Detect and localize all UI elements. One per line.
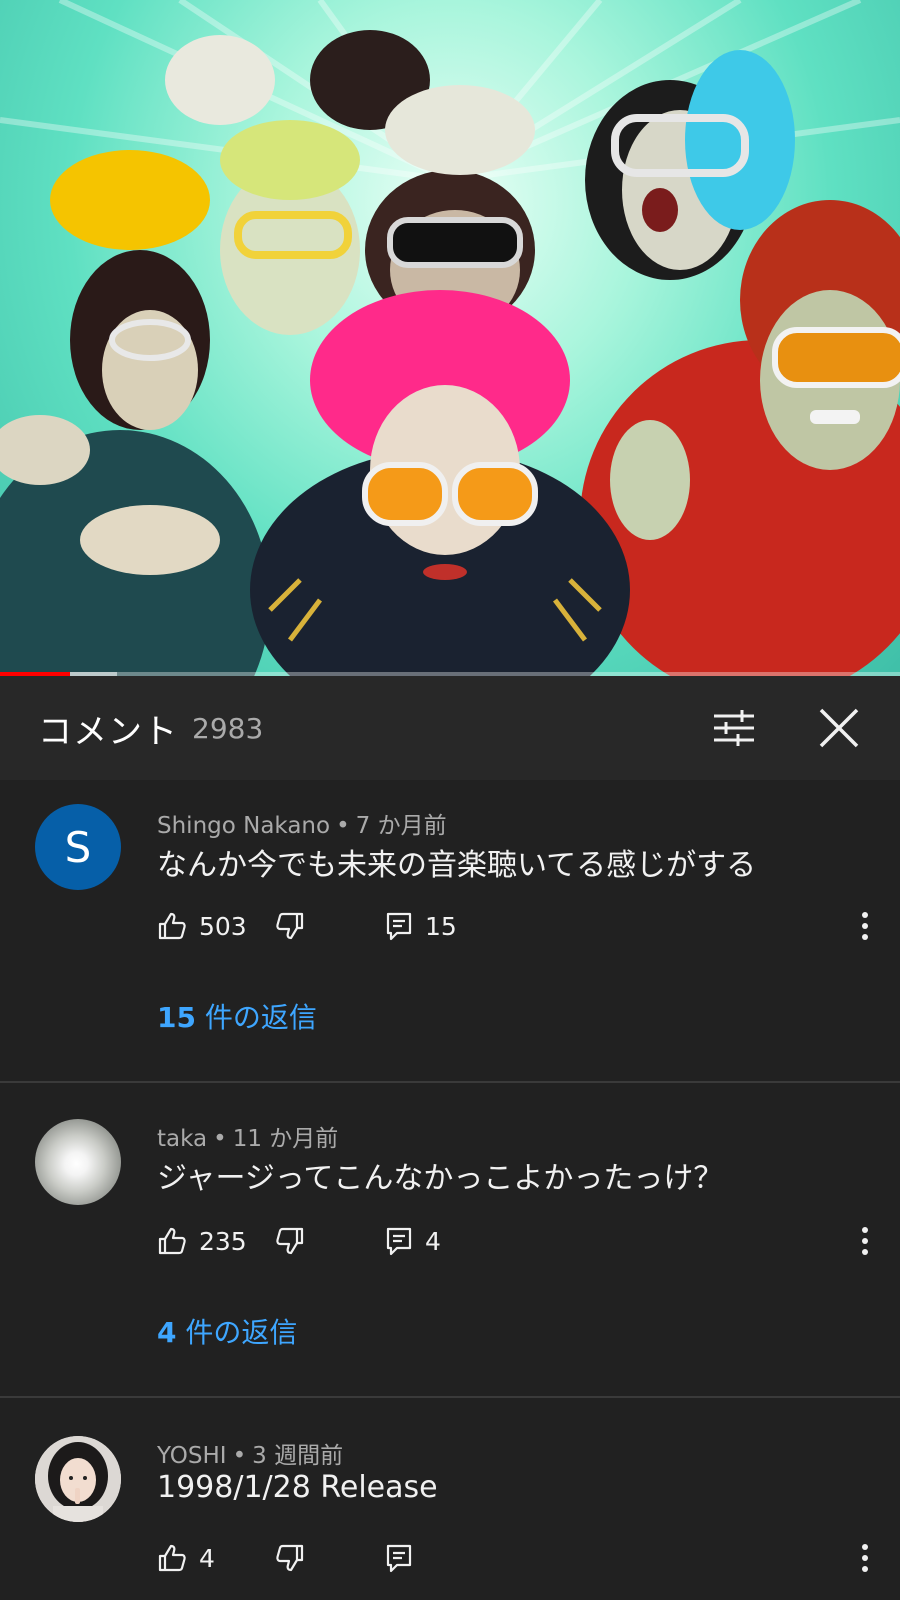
reply-count: 4 (425, 1226, 441, 1256)
avatar-letter: S (64, 822, 92, 872)
video-player[interactable] (0, 0, 900, 676)
comment-meta: YOSHI • 3 週間前 (157, 1436, 343, 1470)
video-frame (0, 0, 900, 676)
meta-separator: • (232, 1443, 247, 1469)
comments-title: コメント (38, 712, 178, 752)
comment-actions: 503 15 (157, 906, 877, 946)
like-count: 503 (199, 911, 247, 941)
close-comments-button[interactable] (813, 702, 865, 754)
replies-label: 件の返信 (176, 1316, 298, 1349)
meta-separator: • (336, 813, 350, 839)
comment-actions: 235 4 (157, 1221, 877, 1261)
comment-time: 11 か月前 (232, 1126, 339, 1152)
comment-meta: Shingo Nakano • 7 か月前 (157, 806, 447, 840)
comment-item: S Shingo Nakano • 7 か月前 なんか今でも未来の音楽聴いてる感じが… (0, 780, 900, 1080)
comment-time: 7 か月前 (355, 813, 447, 839)
more-vert-icon (862, 1227, 868, 1255)
comment-time: 3 週間前 (252, 1443, 344, 1469)
comments-count: 2983 (192, 712, 264, 745)
more-actions-button[interactable] (853, 1538, 877, 1578)
comment-author[interactable]: YOSHI (157, 1443, 227, 1469)
comment-meta: taka • 11 か月前 (157, 1119, 338, 1153)
reply-button[interactable]: 4 (385, 1221, 441, 1261)
comment-icon (386, 1227, 412, 1256)
meta-separator: • (213, 1126, 227, 1152)
comment-icon (386, 912, 412, 941)
replies-count: 4 (157, 1316, 177, 1349)
sort-comments-button[interactable] (708, 702, 760, 754)
avatar-photo (35, 1436, 121, 1522)
close-icon (819, 708, 859, 748)
dislike-button[interactable] (275, 1538, 305, 1578)
comment-text: ジャージってこんなかっこよかったっけ？ (157, 1161, 724, 1196)
thumb-down-icon (276, 1544, 304, 1572)
tune-icon (714, 710, 754, 746)
reply-button[interactable]: 15 (385, 906, 457, 946)
reply-button[interactable] (385, 1538, 425, 1578)
avatar[interactable] (35, 1119, 121, 1205)
thumb-down-icon (276, 1227, 304, 1255)
view-replies-link[interactable]: 4 件の返信 (157, 1311, 297, 1351)
thumb-up-icon (158, 1544, 186, 1572)
comment-author[interactable]: taka (157, 1126, 207, 1152)
replies-label: 件の返信 (195, 1001, 317, 1034)
comment-item: YOSHI • 3 週間前 1998/1/28 Release 4 (0, 1398, 900, 1600)
dislike-button[interactable] (275, 906, 305, 946)
comment-text: なんか今でも未来の音楽聴いてる感じがする (157, 848, 757, 883)
dislike-button[interactable] (275, 1221, 305, 1261)
comments-header: コメント 2983 (0, 676, 900, 780)
like-count: 4 (199, 1543, 215, 1573)
like-button[interactable]: 235 (157, 1221, 247, 1261)
comment-text: 1998/1/28 Release (157, 1470, 438, 1505)
view-replies-link[interactable]: 15 件の返信 (157, 996, 317, 1036)
more-vert-icon (862, 912, 868, 940)
comment-item: taka•11 か月前 ジャージってこんなかっこよかったっけ？ 235 4 (0, 1083, 900, 1395)
comment-author[interactable]: Shingo Nakano (157, 813, 330, 839)
thumb-up-icon (158, 1227, 186, 1255)
more-actions-button[interactable] (853, 906, 877, 946)
thumb-down-icon (276, 912, 304, 940)
comment-actions: 4 (157, 1538, 877, 1578)
more-vert-icon (862, 1544, 868, 1572)
reply-count: 15 (425, 911, 457, 941)
comment-icon (386, 1544, 412, 1573)
avatar[interactable] (35, 1436, 121, 1522)
more-actions-button[interactable] (853, 1221, 877, 1261)
like-count: 235 (199, 1226, 247, 1256)
replies-count: 15 (157, 1001, 196, 1034)
thumb-up-icon (158, 912, 186, 940)
avatar[interactable]: S (35, 804, 121, 890)
like-button[interactable]: 503 (157, 906, 247, 946)
like-button[interactable]: 4 (157, 1538, 215, 1578)
